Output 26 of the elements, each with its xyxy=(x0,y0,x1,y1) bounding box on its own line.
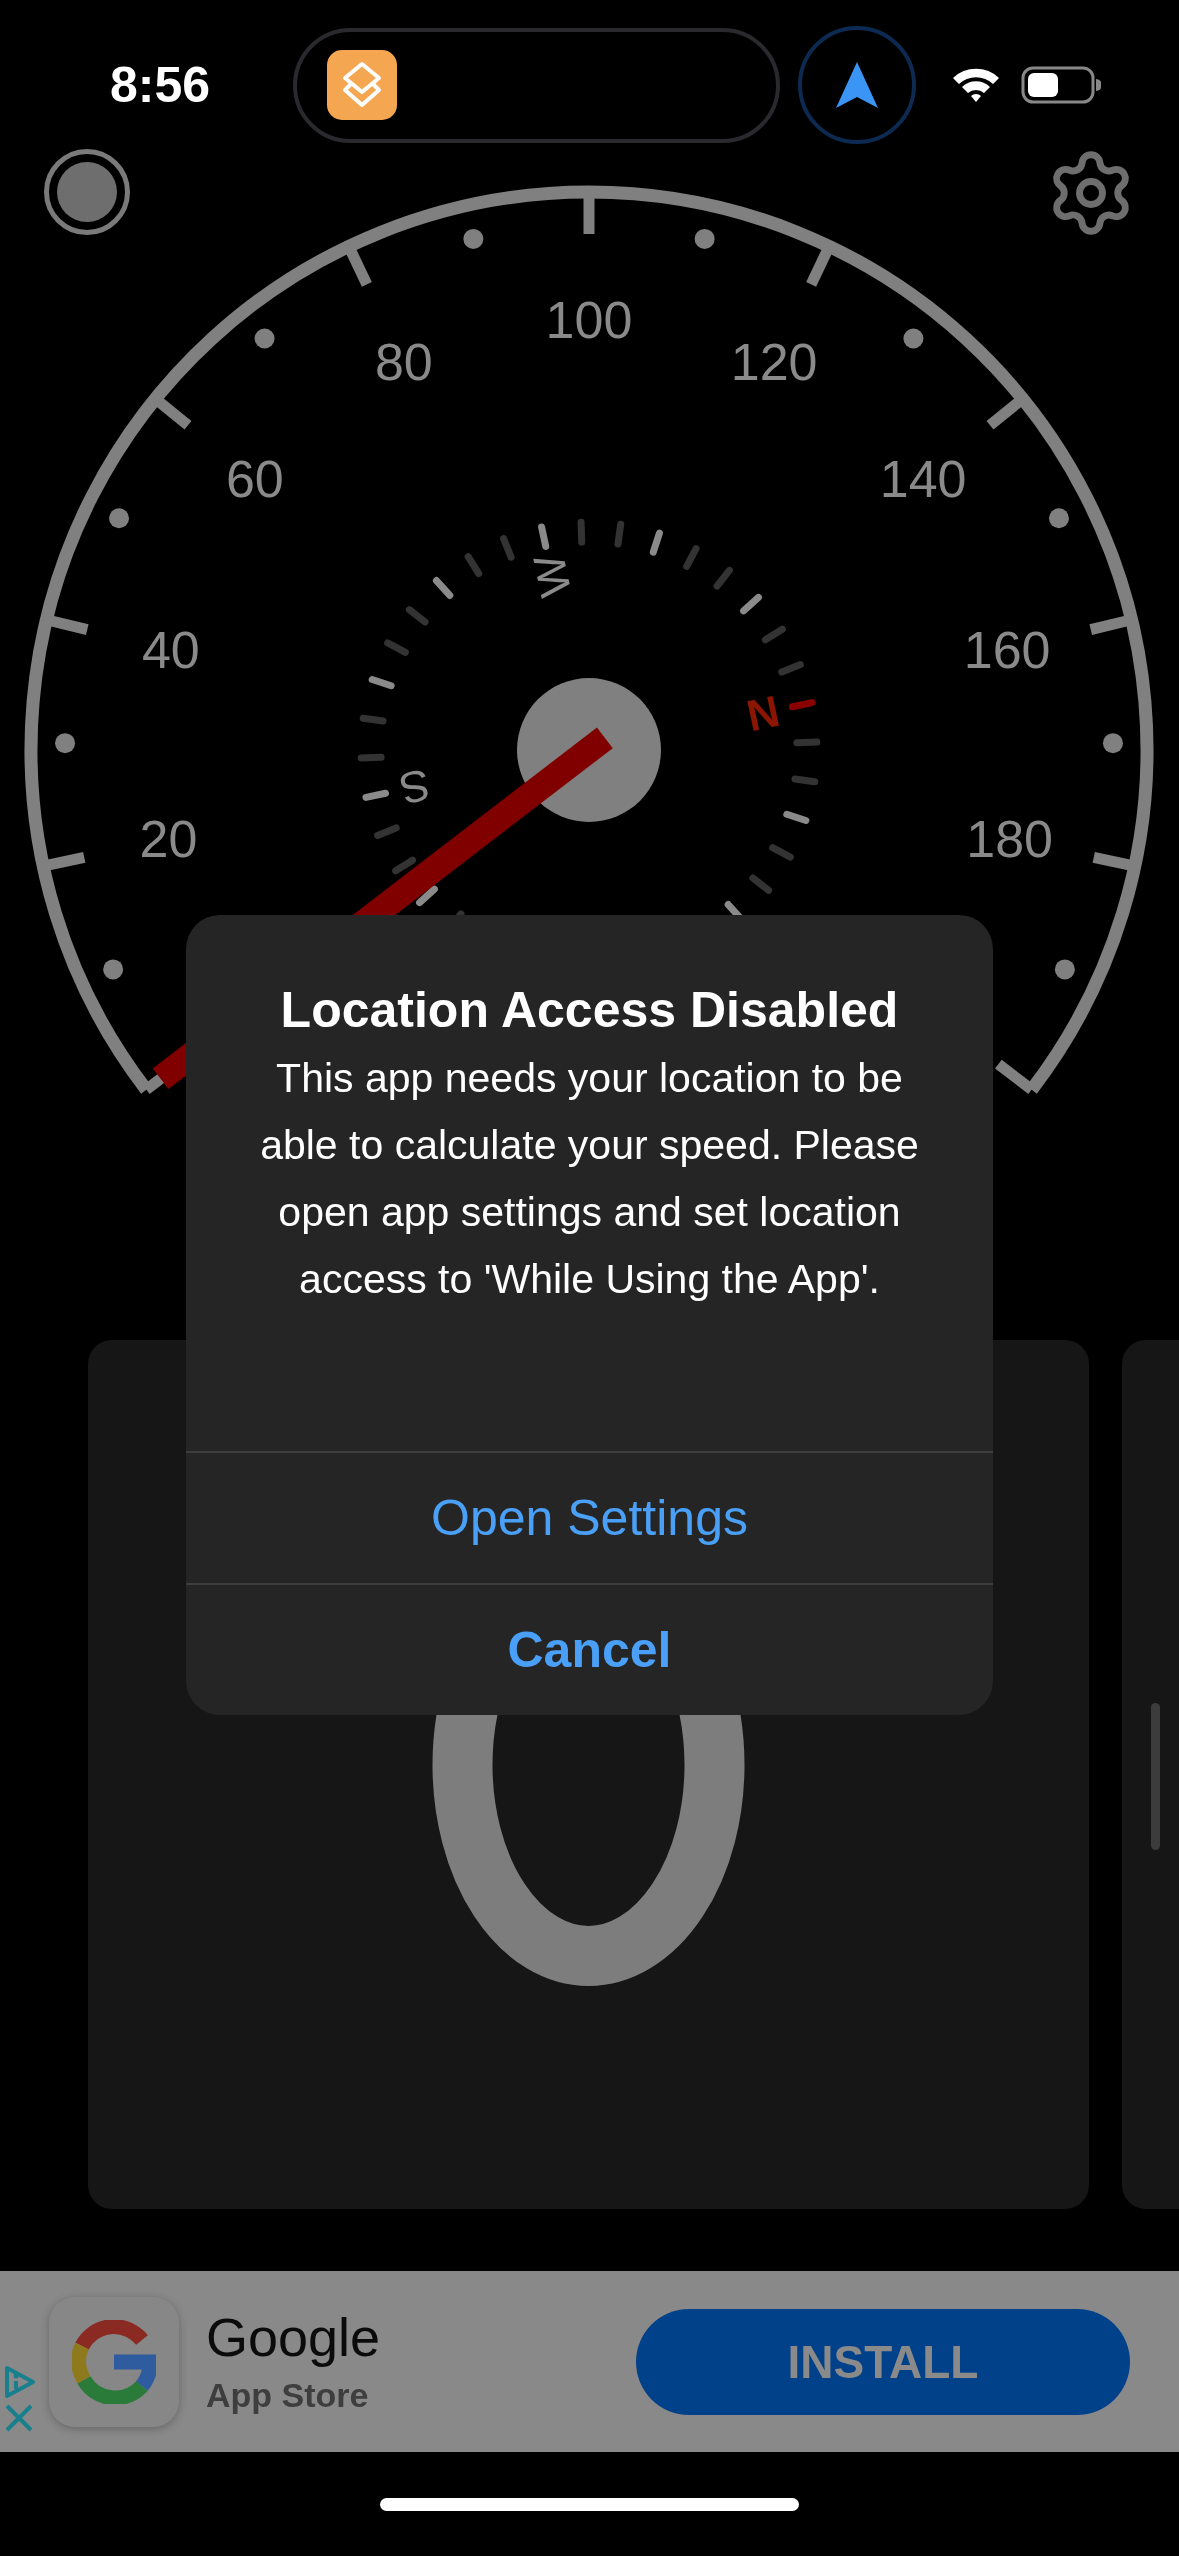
dialog-title: Location Access Disabled xyxy=(280,981,899,1039)
ad-subtitle: App Store xyxy=(206,2375,370,2415)
speed-scale-label: 120 xyxy=(730,332,818,391)
dialog-button[interactable]: Open Settings xyxy=(186,1451,993,1583)
dialog-button[interactable]: Cancel xyxy=(186,1583,993,1715)
speed-scale-label: 40 xyxy=(141,620,200,679)
battery-icon xyxy=(1021,66,1101,104)
speed-scale-label: 100 xyxy=(545,291,633,349)
status-time: 8:56 xyxy=(110,56,212,114)
record-button[interactable] xyxy=(44,149,130,235)
speed-scale-label: 140 xyxy=(879,450,967,509)
speed-scale-label: 180 xyxy=(966,810,1053,869)
dialog-message: This app needs your location to be able to calculate your speed. Please open app settings and set location access to 'While Using the App'. xyxy=(259,1054,920,1304)
install-button[interactable]: INSTALL xyxy=(636,2308,1130,2415)
navigation-arrow-icon xyxy=(836,62,878,108)
speed-scale-label: 60 xyxy=(225,450,284,509)
speed-scale-label: 80 xyxy=(374,332,433,391)
compass-letter: N xyxy=(742,685,784,741)
g-logo-icon xyxy=(72,2319,156,2404)
speed-scale-label: 20 xyxy=(139,810,198,869)
wifi-icon xyxy=(951,66,1001,104)
compass-letter: S xyxy=(395,760,435,815)
speed-scale-label: 160 xyxy=(963,620,1051,679)
compass-letter: W xyxy=(523,550,581,602)
ad-title: Google xyxy=(206,2308,382,2368)
layers-app-icon xyxy=(327,50,397,120)
